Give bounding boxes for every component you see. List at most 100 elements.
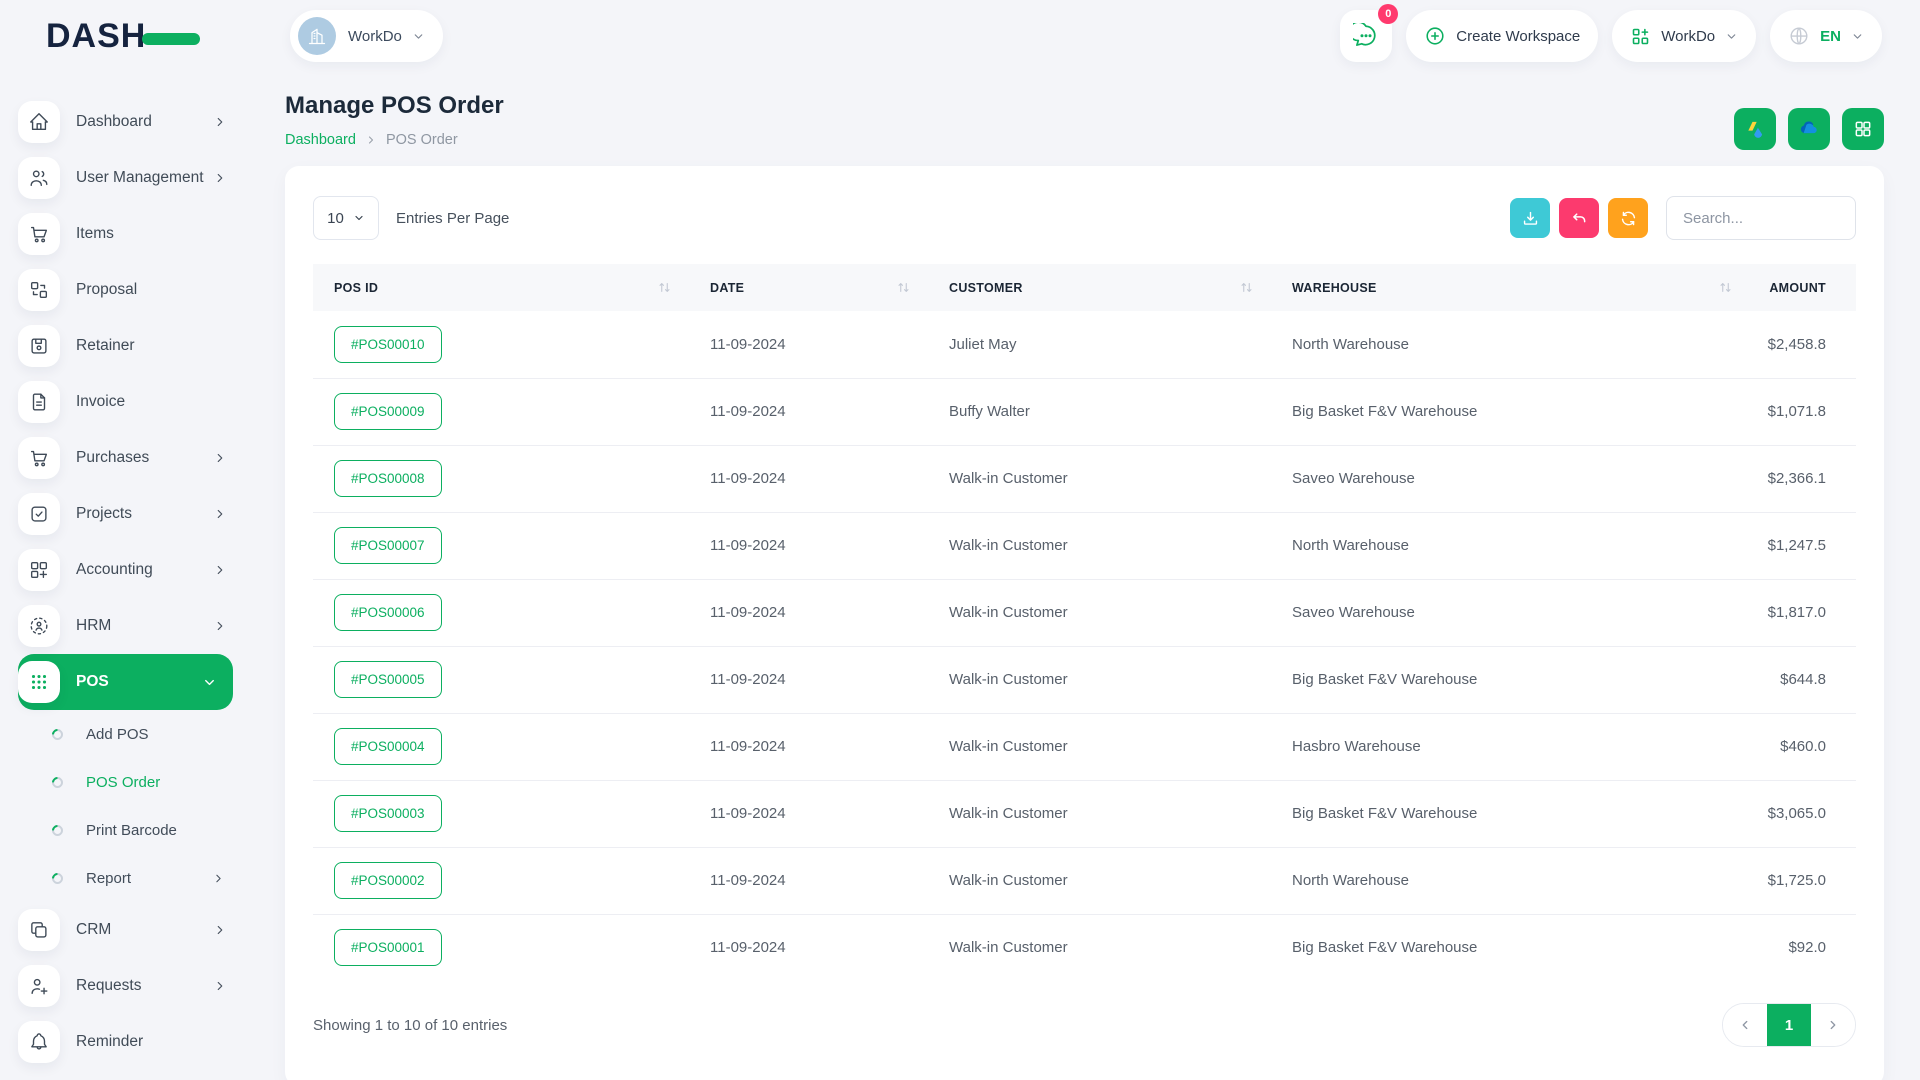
- customer-cell: Walk-in Customer: [928, 579, 1271, 646]
- pos-id-badge[interactable]: #POS00004: [334, 728, 442, 765]
- warehouse-cell: Big Basket F&V Warehouse: [1271, 780, 1750, 847]
- sidebar-item-invoice[interactable]: Invoice: [18, 374, 255, 430]
- col-customer[interactable]: CUSTOMER: [928, 264, 1271, 311]
- table-row: #POS00003 11-09-2024 Walk-in Customer Bi…: [313, 780, 1856, 847]
- pos-id-badge[interactable]: #POS00005: [334, 661, 442, 698]
- entries-per-page-select[interactable]: 10: [313, 196, 379, 240]
- sort-icon: [897, 282, 910, 293]
- date-cell: 11-09-2024: [689, 378, 928, 445]
- dash-logo-text: DASH: [46, 17, 146, 56]
- circle-plus-icon: [1424, 25, 1446, 47]
- reset-button[interactable]: [1559, 198, 1599, 238]
- pos-id-badge[interactable]: #POS00003: [334, 795, 442, 832]
- bullet-icon: [50, 822, 66, 838]
- bullet-icon: [50, 726, 66, 742]
- col-date[interactable]: DATE: [689, 264, 928, 311]
- pos-id-badge[interactable]: #POS00002: [334, 862, 442, 899]
- table-row: #POS00008 11-09-2024 Walk-in Customer Sa…: [313, 445, 1856, 512]
- sidebar-item-pos[interactable]: POS: [18, 654, 233, 710]
- sidebar-label: Proposal: [76, 281, 137, 299]
- sidebar-label: Accounting: [76, 561, 153, 579]
- page-header-actions: [1734, 108, 1884, 150]
- pagination: 1: [1722, 1003, 1856, 1047]
- messages-button[interactable]: 0: [1340, 10, 1392, 62]
- table-row: #POS00004 11-09-2024 Walk-in Customer Ha…: [313, 713, 1856, 780]
- chevron-down-icon: [412, 30, 425, 43]
- pagination-page-1[interactable]: 1: [1767, 1004, 1811, 1046]
- sidebar-subitem-print-barcode[interactable]: Print Barcode: [18, 806, 255, 854]
- sidebar-subitem-add-pos[interactable]: Add POS: [18, 710, 255, 758]
- sidebar-item-projects[interactable]: Projects: [18, 486, 255, 542]
- grid-view-button[interactable]: [1842, 108, 1884, 150]
- cart-icon: [18, 437, 60, 479]
- sidebar-subitem-pos-order[interactable]: POS Order: [18, 758, 255, 806]
- language-dropdown[interactable]: EN: [1770, 10, 1882, 62]
- export-button[interactable]: [1510, 198, 1550, 238]
- chevron-right-icon: [213, 171, 227, 185]
- col-warehouse[interactable]: WAREHOUSE: [1271, 264, 1750, 311]
- workspace-selector[interactable]: WorkDo: [290, 10, 443, 62]
- amount-cell: $1,247.5: [1750, 512, 1856, 579]
- amount-cell: $460.0: [1750, 713, 1856, 780]
- chevron-down-icon: [1725, 30, 1738, 43]
- sidebar-item-purchases[interactable]: Purchases: [18, 430, 255, 486]
- home-icon: [18, 101, 60, 143]
- dash-logo[interactable]: DASH: [46, 17, 258, 56]
- table-row: #POS00002 11-09-2024 Walk-in Customer No…: [313, 847, 1856, 914]
- pos-id-badge[interactable]: #POS00008: [334, 460, 442, 497]
- chevron-right-icon: [213, 507, 227, 521]
- grid-plus-icon: [18, 549, 60, 591]
- pos-id-badge[interactable]: #POS00010: [334, 326, 442, 363]
- sidebar-item-retainer[interactable]: Retainer: [18, 318, 255, 374]
- refresh-button[interactable]: [1608, 198, 1648, 238]
- sort-icon: [1240, 282, 1253, 293]
- pos-id-badge[interactable]: #POS00001: [334, 929, 442, 966]
- amount-cell: $92.0: [1750, 914, 1856, 981]
- sidebar-item-crm[interactable]: CRM: [18, 902, 255, 958]
- sidebar-item-requests[interactable]: Requests: [18, 958, 255, 1014]
- onedrive-icon: [1798, 118, 1820, 140]
- create-workspace-button[interactable]: Create Workspace: [1406, 10, 1598, 62]
- sidebar-item-accounting[interactable]: Accounting: [18, 542, 255, 598]
- onedrive-button[interactable]: [1788, 108, 1830, 150]
- table-row: #POS00007 11-09-2024 Walk-in Customer No…: [313, 512, 1856, 579]
- file-text-icon: [18, 381, 60, 423]
- col-amount[interactable]: AMOUNT: [1750, 264, 1856, 311]
- pos-id-badge[interactable]: #POS00006: [334, 594, 442, 631]
- create-workspace-label: Create Workspace: [1456, 28, 1580, 45]
- date-cell: 11-09-2024: [689, 512, 928, 579]
- topbar-actions: 0 Create Workspace WorkDo: [1340, 10, 1882, 62]
- sidebar-item-user-management[interactable]: User Management: [18, 150, 255, 206]
- date-cell: 11-09-2024: [689, 914, 928, 981]
- google-drive-button[interactable]: [1734, 108, 1776, 150]
- pos-id-badge[interactable]: #POS00009: [334, 393, 442, 430]
- topbar: DASH WorkDo 0: [0, 0, 1920, 72]
- customer-cell: Walk-in Customer: [928, 914, 1271, 981]
- workspace-name: WorkDo: [348, 28, 402, 45]
- amount-cell: $2,366.1: [1750, 445, 1856, 512]
- users-icon: [18, 157, 60, 199]
- app-switcher-label: WorkDo: [1661, 28, 1715, 45]
- sidebar-item-dashboard[interactable]: Dashboard: [18, 94, 255, 150]
- bullet-icon: [50, 870, 66, 886]
- sidebar-item-reminder[interactable]: Reminder: [18, 1014, 255, 1070]
- sidebar-subitem-report[interactable]: Report: [18, 854, 255, 902]
- warehouse-cell: Hasbro Warehouse: [1271, 713, 1750, 780]
- search-input[interactable]: [1666, 196, 1856, 240]
- sidebar-item-hrm[interactable]: HRM: [18, 598, 255, 654]
- sort-icon: [1719, 282, 1732, 293]
- col-pos-id[interactable]: POS ID: [313, 264, 689, 311]
- pagination-next-button[interactable]: [1811, 1004, 1855, 1046]
- app-switcher-dropdown[interactable]: WorkDo: [1612, 10, 1756, 62]
- sidebar-item-proposal[interactable]: Proposal: [18, 262, 255, 318]
- breadcrumb-dashboard-link[interactable]: Dashboard: [285, 132, 356, 148]
- dash-logo-green-bar: [142, 33, 200, 45]
- date-cell: 11-09-2024: [689, 445, 928, 512]
- sidebar-label: Purchases: [76, 449, 149, 467]
- sidebar-label: Reminder: [76, 1033, 143, 1051]
- pos-id-badge[interactable]: #POS00007: [334, 527, 442, 564]
- sidebar-item-items[interactable]: Items: [18, 206, 255, 262]
- pagination-prev-button[interactable]: [1723, 1004, 1767, 1046]
- chevron-down-icon: [1851, 30, 1864, 43]
- amount-cell: $1,817.0: [1750, 579, 1856, 646]
